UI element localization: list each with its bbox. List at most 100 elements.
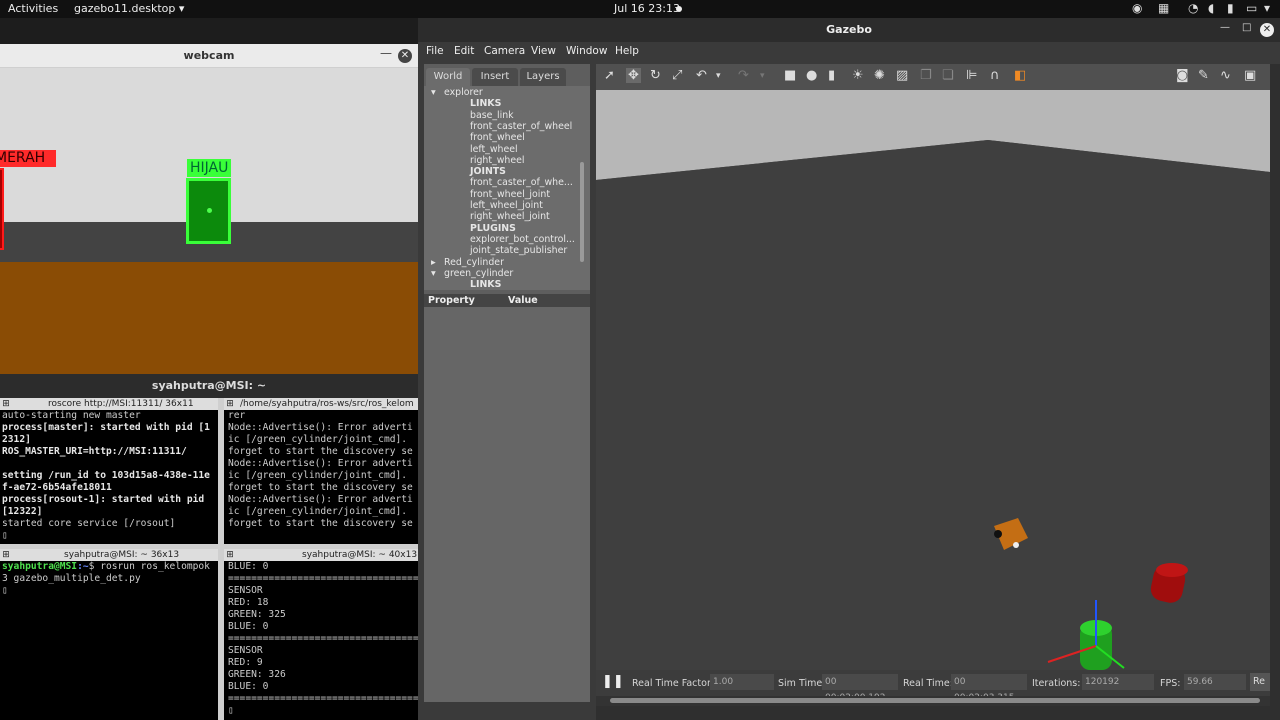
tree-scrollbar[interactable]: [580, 162, 584, 262]
pane-header: ⊞ syahputra@MSI: ~ 36x13: [0, 549, 218, 561]
red-detection-box: [0, 168, 4, 250]
terminal-pane-rosrun[interactable]: ⊞ syahputra@MSI: ~ 36x13 syahputra@MSI:~$…: [0, 549, 218, 720]
select-mode-icon[interactable]: ➚: [604, 68, 615, 83]
pane-header: ⊞ roscore http://MSI:11311/ 36x11: [0, 398, 218, 410]
terminal-line: ▯: [228, 705, 234, 716]
box-shape-icon[interactable]: ■: [784, 68, 796, 83]
redo-icon[interactable]: ↷: [738, 68, 749, 83]
battery-icon[interactable]: ▭: [1246, 1, 1257, 15]
terminal-line: BLUE: 0: [228, 621, 269, 632]
chevron-down-icon[interactable]: ▾: [716, 71, 721, 81]
wifi-icon[interactable]: ◔: [1188, 1, 1198, 15]
network-settings-icon[interactable]: ▦: [1158, 1, 1169, 15]
clock[interactable]: Jul 16 23:13: [614, 2, 680, 15]
tree-item[interactable]: left_wheel: [470, 144, 518, 155]
undo-icon[interactable]: ↶: [696, 68, 707, 83]
app-menu[interactable]: gazebo11.desktop ▾: [74, 2, 184, 15]
pane-header-text: /home/syahputra/ros-ws/src/ros_kelom: [240, 399, 414, 409]
tree-item[interactable]: explorer_bot_control...: [470, 234, 575, 245]
terminal-line: process[master]: started with pid [1: [2, 422, 210, 433]
directional-light-icon[interactable]: ▨: [896, 68, 908, 83]
tree-item[interactable]: right_wheel_joint: [470, 211, 550, 222]
pane-header-text: syahputra@MSI: ~ 36x13: [64, 550, 180, 560]
terminal-line: f-ae72-6b54afe18011: [2, 482, 112, 493]
terminal-line: auto-starting new master: [2, 410, 141, 421]
terminal-line: forget to start the discovery se: [228, 446, 413, 457]
tree-item[interactable]: LINKS: [470, 98, 501, 109]
minimize-icon[interactable]: —: [1220, 22, 1230, 33]
tree-item[interactable]: front_caster_of_whe...: [470, 177, 573, 188]
chevron-down-icon[interactable]: ▾: [760, 71, 765, 81]
translate-mode-icon[interactable]: ✥: [626, 68, 641, 83]
menu-help[interactable]: Help: [615, 45, 639, 57]
tab-world[interactable]: World: [426, 68, 470, 86]
tree-item[interactable]: joint_state_publisher: [470, 245, 567, 256]
terminal-pane-roscore[interactable]: ⊞ roscore http://MSI:11311/ 36x11 auto-st…: [0, 398, 218, 544]
menu-edit[interactable]: Edit: [454, 45, 474, 57]
3d-scene[interactable]: [596, 90, 1270, 670]
tree-item[interactable]: base_link: [470, 110, 514, 121]
tree-item[interactable]: ▾ explorer: [431, 87, 483, 98]
change-view-icon[interactable]: ◧: [1014, 68, 1026, 83]
sphere-shape-icon[interactable]: ●: [806, 68, 817, 83]
world-tree: ▾ explorer LINKS base_link front_caster_of_w…: [424, 86, 590, 290]
cylinder-shape-icon[interactable]: ▮: [828, 68, 835, 83]
pane-output: auto-starting new master process[master]:…: [0, 410, 218, 544]
chevron-down-icon[interactable]: ▾: [431, 268, 436, 279]
tree-item[interactable]: LINKS: [470, 279, 501, 290]
maximize-icon[interactable]: □: [1242, 22, 1251, 33]
screenshot-icon[interactable]: ◙: [1176, 68, 1189, 83]
green-detection-label: HIJAU: [187, 159, 232, 177]
fps-value: 59.66: [1184, 674, 1246, 690]
close-icon[interactable]: ✕: [1260, 23, 1274, 37]
close-icon[interactable]: ✕: [398, 49, 412, 63]
minimize-icon[interactable]: —: [380, 46, 392, 60]
left-panel: World Insert Layers ▾ explorer LINKS base_l…: [424, 64, 590, 702]
log-icon[interactable]: ✎: [1198, 68, 1209, 83]
microphone-icon[interactable]: ▮: [1227, 1, 1234, 15]
spot-light-icon[interactable]: ✺: [874, 68, 885, 83]
terminal-pane-sensor[interactable]: ⊞ syahputra@MSI: ~ 40x13 BLUE: 0 =========…: [224, 549, 418, 720]
tree-item[interactable]: JOINTS: [470, 166, 506, 177]
tree-item[interactable]: front_caster_of_wheel: [470, 121, 572, 132]
snap-icon[interactable]: ∩: [990, 68, 1000, 83]
system-menu-icon[interactable]: ▾: [1264, 1, 1270, 15]
activities-button[interactable]: Activities: [8, 2, 58, 15]
menu-view[interactable]: View: [531, 45, 556, 57]
tree-item[interactable]: ▸ Red_cylinder: [431, 257, 504, 268]
tab-layers[interactable]: Layers: [520, 68, 566, 86]
pane-header-text: roscore http://MSI:11311/ 36x11: [48, 399, 194, 409]
tree-item[interactable]: PLUGINS: [470, 223, 516, 234]
pause-icon[interactable]: ❚❚: [602, 674, 624, 689]
align-icon[interactable]: ⊫: [966, 68, 977, 83]
tree-item[interactable]: right_wheel: [470, 155, 524, 166]
tree-item[interactable]: front_wheel: [470, 132, 525, 143]
rotate-mode-icon[interactable]: ↻: [650, 68, 661, 83]
point-light-icon[interactable]: ☀: [852, 68, 864, 83]
scale-mode-icon[interactable]: ⤢: [672, 68, 682, 83]
reset-time-button[interactable]: Re: [1250, 673, 1270, 691]
plot-icon[interactable]: ∿: [1220, 68, 1231, 83]
menu-camera[interactable]: Camera: [484, 45, 525, 57]
tree-item[interactable]: left_wheel_joint: [470, 200, 543, 211]
app-name: gazebo11.desktop: [74, 2, 176, 15]
prompt-path: :~: [77, 561, 89, 572]
chevron-down-icon[interactable]: ▾: [431, 87, 436, 98]
property-column-header: Property: [428, 295, 475, 306]
tree-item[interactable]: ▾ green_cylinder: [431, 268, 513, 279]
status-scrollbar[interactable]: [596, 696, 1270, 706]
video-record-icon[interactable]: ▣: [1244, 68, 1256, 83]
terminal-pane-detection[interactable]: ⊞ /home/syahputra/ros-ws/src/ros_kelom re…: [224, 398, 418, 544]
tab-insert[interactable]: Insert: [472, 68, 518, 86]
volume-icon[interactable]: ◖: [1208, 1, 1214, 15]
ubuntu-icon[interactable]: ◉: [1132, 1, 1142, 15]
paste-icon[interactable]: ❏: [942, 68, 954, 83]
scrollbar-thumb[interactable]: [610, 698, 1260, 703]
menu-file[interactable]: File: [426, 45, 444, 57]
tree-item[interactable]: front_wheel_joint: [470, 189, 550, 200]
menu-window[interactable]: Window: [566, 45, 607, 57]
chevron-right-icon[interactable]: ▸: [431, 257, 436, 268]
value-column-header: Value: [508, 295, 538, 306]
copy-icon[interactable]: ❐: [920, 68, 932, 83]
terminal-line: BLUE: 0: [228, 681, 269, 692]
